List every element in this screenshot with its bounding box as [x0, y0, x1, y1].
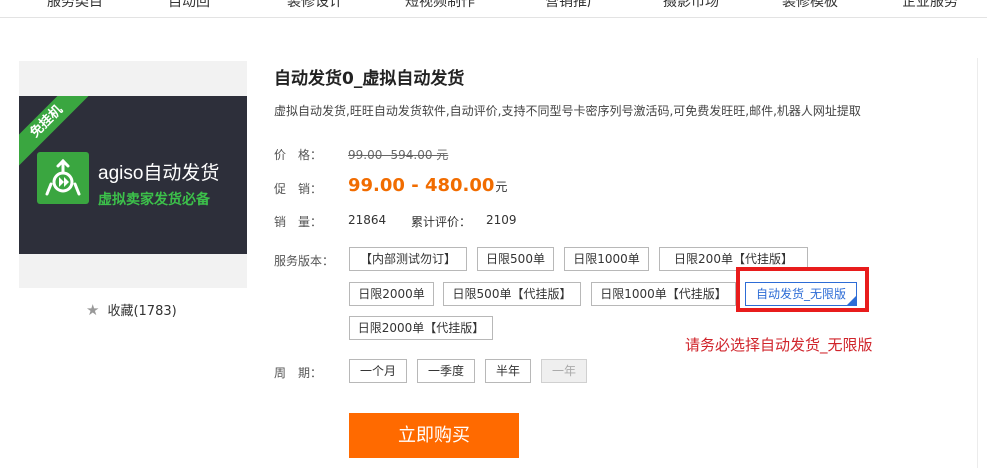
buy-now-button[interactable]: 立即购买 [349, 413, 519, 458]
price-label: 价 格： [274, 148, 323, 162]
nav-item[interactable]: 摄影市场 [663, 0, 719, 11]
service-version-label: 服务版本： [274, 254, 335, 268]
service-option-1000[interactable]: 日限1000单 [564, 247, 649, 271]
service-option-500-agent[interactable]: 日限500单【代挂版】 [443, 282, 581, 306]
agiso-logo-icon [37, 152, 89, 204]
brand-tagline: 虚拟卖家发货必备 [98, 192, 210, 208]
service-option-1000-agent[interactable]: 日限1000单【代挂版】 [591, 282, 736, 306]
favorite-button[interactable]: ★ 收藏(1783) [86, 300, 177, 320]
product-title: 自动发货0_虚拟自动发货 [274, 69, 465, 89]
nav-item[interactable]: 装修模板 [782, 0, 838, 11]
period-option-year: 一年 [541, 359, 587, 383]
brand-name: agiso自动发货 [98, 163, 220, 184]
product-detail-page: 服务类目 自动回 装修设计 短视频制作 营销推广 摄影市场 装修模板 企业服务 … [0, 0, 987, 468]
nav-item[interactable]: 装修设计 [287, 0, 343, 11]
nav-item[interactable]: 服务类目 [47, 0, 103, 11]
selection-hint: 请务必选择自动发货_无限版 [685, 336, 873, 354]
top-nav: 服务类目 自动回 装修设计 短视频制作 营销推广 摄影市场 装修模板 企业服务 [0, 0, 987, 18]
service-option-internal-test[interactable]: 【内部测试勿订】 [349, 247, 467, 271]
service-option-2000[interactable]: 日限2000单 [349, 282, 434, 306]
period-option-month[interactable]: 一个月 [349, 359, 407, 383]
original-price: 99.00- 594.00 元 [348, 148, 449, 162]
promo-price-unit: 元 [495, 180, 508, 194]
sales-value: 21864 [348, 213, 387, 227]
highlight-annotation [736, 267, 869, 312]
period-option-half-year[interactable]: 半年 [485, 359, 531, 383]
nav-item[interactable]: 自动回 [168, 0, 210, 11]
service-option-2000-agent[interactable]: 日限2000单【代挂版】 [349, 316, 493, 340]
promo-price: 99.00 - 480.00元 [348, 175, 507, 196]
nav-item[interactable]: 营销推广 [545, 0, 601, 11]
period-label: 周 期： [274, 366, 323, 380]
promo-price-value: 99.00 - 480.00 [348, 175, 495, 196]
nav-item[interactable]: 短视频制作 [405, 0, 475, 11]
star-icon: ★ [86, 300, 100, 319]
reviews-value: 2109 [486, 213, 517, 227]
sales-label: 销 量： [274, 215, 323, 229]
service-option-500[interactable]: 日限500单 [477, 247, 554, 271]
product-banner: 免挂机 agiso自动发货 虚拟卖家发货必备 [19, 96, 247, 254]
period-option-quarter[interactable]: 一季度 [417, 359, 475, 383]
favorite-label: 收藏(1783) [107, 304, 177, 319]
nav-item[interactable]: 企业服务 [902, 0, 958, 11]
product-description: 虚拟自动发货,旺旺自动发货软件,自动评价,支持不同型号卡密序列号激活码,可免费发… [274, 104, 861, 118]
divider [977, 58, 978, 468]
product-image: 免挂机 agiso自动发货 虚拟卖家发货必备 [19, 61, 247, 288]
reviews-label: 累计评价： [411, 215, 472, 229]
promo-label: 促 销： [274, 182, 323, 196]
